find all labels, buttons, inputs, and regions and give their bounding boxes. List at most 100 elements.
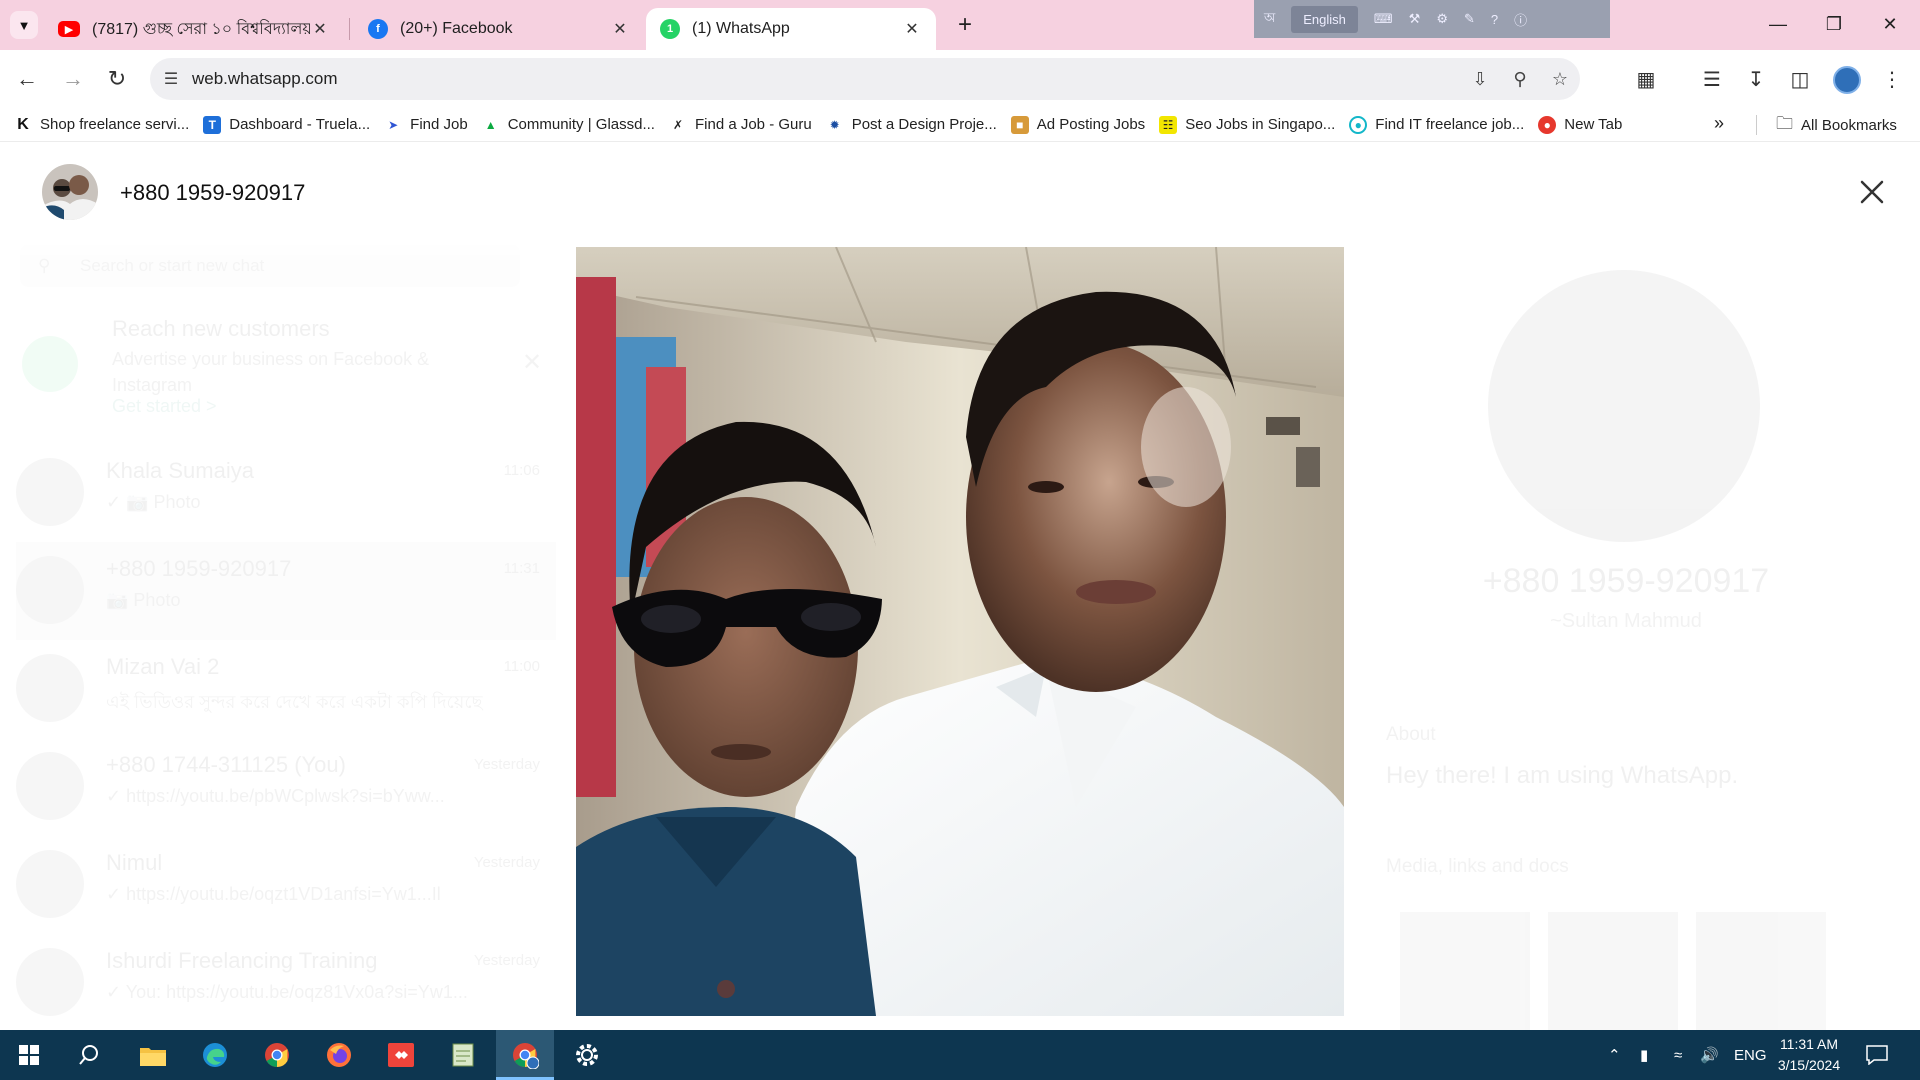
wifi-icon[interactable]: ≈ — [1674, 1030, 1682, 1080]
bookmark-item[interactable]: ● New Tab — [1538, 115, 1622, 134]
volume-icon[interactable]: 🔊 — [1700, 1030, 1719, 1080]
folder-outline-icon: 🗀 — [1776, 113, 1793, 133]
window-close-icon[interactable]: ✕ — [1862, 6, 1918, 42]
close-icon[interactable]: ✕ — [522, 348, 542, 377]
chat-search-input[interactable]: ⚲ Search or start new chat — [20, 245, 520, 287]
tray-overflow-chevron-icon[interactable]: ⌃ — [1608, 1030, 1621, 1080]
help-icon[interactable]: ? — [1491, 12, 1498, 27]
downloads-icon[interactable]: ↧ — [1740, 64, 1772, 94]
back-arrow-icon[interactable]: ← — [12, 64, 42, 94]
promo-title: Reach new customers — [112, 316, 330, 341]
chat-list-item[interactable]: Mizan Vai 2 11:00 এই ভিডিওর সুন্দর করে দ… — [16, 640, 556, 738]
bookmark-item[interactable]: ➤ Find Job — [384, 116, 468, 134]
bookmark-item[interactable]: K Shop freelance servi... — [14, 116, 189, 134]
media-thumbnail[interactable] — [1548, 912, 1678, 1030]
address-bar[interactable]: ☰ web.whatsapp.com ⇩ ⚲ ☆ — [150, 58, 1580, 100]
zoom-icon[interactable]: ⚲ — [1500, 69, 1540, 90]
chat-list-item[interactable]: +880 1959-920917 11:31 📷 Photo — [16, 542, 556, 640]
media-thumbnail[interactable] — [1400, 912, 1530, 1030]
about-text: Hey there! I am using WhatsApp. — [1386, 762, 1739, 789]
profile-avatar[interactable] — [1833, 66, 1861, 94]
search-icon[interactable] — [60, 1030, 118, 1080]
menu-dots-icon[interactable]: ⋮ — [1876, 64, 1908, 94]
contact-info-avatar[interactable] — [1488, 270, 1760, 542]
bookmarks-divider — [1756, 115, 1757, 135]
close-viewer-icon[interactable] — [1850, 170, 1894, 214]
media-links-docs-label[interactable]: Media, links and docs — [1386, 856, 1569, 878]
keyboard-icon[interactable]: ⌨ — [1374, 11, 1393, 27]
media-thumbnail[interactable] — [1696, 912, 1826, 1030]
input-language[interactable]: ENG — [1734, 1030, 1767, 1080]
chat-list-item[interactable]: Ishurdi Freelancing Training Yesterday ✓… — [16, 934, 556, 1030]
forward-arrow-icon[interactable]: → — [58, 64, 88, 94]
tools-icon[interactable]: ⚒ — [1409, 11, 1421, 27]
reload-icon[interactable]: ↻ — [102, 64, 132, 94]
notepad-icon[interactable] — [434, 1030, 492, 1080]
system-clock[interactable]: 11:31 AM 3/15/2024 — [1764, 1034, 1854, 1076]
chat-list-item[interactable]: Nimul Yesterday ✓ https://youtu.be/oqzt1… — [16, 836, 556, 934]
new-tab-plus-icon[interactable]: + — [950, 10, 980, 40]
bookmark-item[interactable]: T Dashboard - Truela... — [203, 115, 370, 134]
bookmark-item[interactable]: ● Find IT freelance job... — [1349, 115, 1525, 134]
chat-time: 11:06 — [503, 462, 540, 479]
all-bookmarks-button[interactable]: 🗀 All Bookmarks — [1776, 108, 1897, 142]
notifications-icon[interactable] — [1866, 1030, 1888, 1080]
battery-icon[interactable]: ▮ — [1640, 1030, 1648, 1080]
edit-icon[interactable]: ✎ — [1464, 11, 1475, 27]
chat-preview: এই ভিডিওর সুন্দর করে দেখে করে একটা কপি দ… — [106, 692, 483, 712]
tab-search-chevron-icon[interactable]: ▼ — [10, 11, 38, 39]
url-text[interactable]: web.whatsapp.com — [192, 69, 1460, 89]
anydesk-icon[interactable] — [372, 1030, 430, 1080]
install-app-icon[interactable]: ⇩ — [1460, 69, 1500, 90]
chat-time: Yesterday — [473, 756, 540, 773]
bookmark-star-icon[interactable]: ☆ — [1540, 69, 1580, 90]
bookmark-item[interactable]: ✗ Find a Job - Guru — [669, 116, 812, 134]
bookmark-label: Find IT freelance job... — [1375, 116, 1525, 133]
tab-title: (1) WhatsApp — [692, 20, 790, 37]
close-tab-icon[interactable]: ✕ — [610, 19, 630, 39]
site-info-icon[interactable]: ☰ — [150, 69, 192, 89]
settings-icon[interactable] — [558, 1030, 616, 1080]
ime-language[interactable]: English — [1291, 5, 1358, 33]
chat-list-item[interactable]: Khala Sumaiya 11:06 ✓ 📷 Photo — [16, 444, 556, 542]
tab-youtube[interactable]: ▶ (7817) গুচ্ছ সেরা ১০ বিশ্ববিদ্যালয় ✕ — [44, 8, 344, 50]
tab-whatsapp[interactable]: 1 (1) WhatsApp ✕ — [646, 8, 936, 50]
bookmark-item[interactable]: ✹ Post a Design Proje... — [826, 116, 997, 134]
avatar — [16, 556, 84, 624]
about-label: About — [1386, 724, 1436, 745]
bookmark-item[interactable]: ■ Ad Posting Jobs — [1010, 115, 1145, 134]
chrome-icon[interactable] — [248, 1030, 306, 1080]
bookmarks-bar: K Shop freelance servi... T Dashboard - … — [0, 108, 1920, 142]
chat-list-item[interactable]: +880 1744-311125 (You) Yesterday ✓ https… — [16, 738, 556, 836]
side-panel-icon[interactable]: ◫ — [1784, 64, 1816, 94]
chat-name: Mizan Vai 2 — [106, 654, 220, 679]
bookmark-item[interactable]: ☷ Seo Jobs in Singapo... — [1159, 115, 1336, 134]
info-icon[interactable]: ⓘ — [1514, 10, 1527, 29]
bookmark-label: Find Job — [410, 116, 468, 133]
close-tab-icon[interactable]: ✕ — [310, 19, 330, 39]
more-bookmarks-chevron-icon[interactable]: » — [1714, 113, 1724, 134]
gear-icon[interactable]: ⚙ — [1436, 11, 1448, 27]
photo-preview — [576, 247, 1344, 1016]
avatar — [16, 458, 84, 526]
promo-cta-link[interactable]: Get started > — [112, 396, 217, 417]
close-tab-icon[interactable]: ✕ — [902, 19, 922, 39]
media-controls-icon[interactable]: ☰ — [1696, 64, 1728, 94]
bookmark-item[interactable]: ▲ Community | Glassd... — [482, 116, 655, 134]
edge-icon[interactable] — [186, 1030, 244, 1080]
truelancer-icon: T — [203, 115, 222, 134]
restore-icon[interactable]: ❐ — [1806, 6, 1862, 42]
guru-icon: ✗ — [672, 117, 684, 132]
tab-facebook[interactable]: f (20+) Facebook ✕ — [354, 8, 644, 50]
chrome-profile-icon[interactable] — [496, 1030, 554, 1080]
send-icon: ➤ — [388, 117, 399, 132]
extensions-icon[interactable]: ▦ — [1630, 64, 1662, 94]
file-explorer-icon[interactable] — [124, 1030, 182, 1080]
contact-avatar[interactable] — [42, 164, 98, 220]
firefox-icon[interactable] — [310, 1030, 368, 1080]
windows-start-icon[interactable] — [0, 1030, 58, 1080]
bangla-keyboard-icon[interactable]: অ — [1264, 9, 1275, 30]
promo-banner[interactable]: Reach new customers Advertise your busin… — [22, 312, 562, 422]
minimize-icon[interactable]: — — [1750, 6, 1806, 42]
bookmark-label: Seo Jobs in Singapo... — [1185, 116, 1336, 133]
